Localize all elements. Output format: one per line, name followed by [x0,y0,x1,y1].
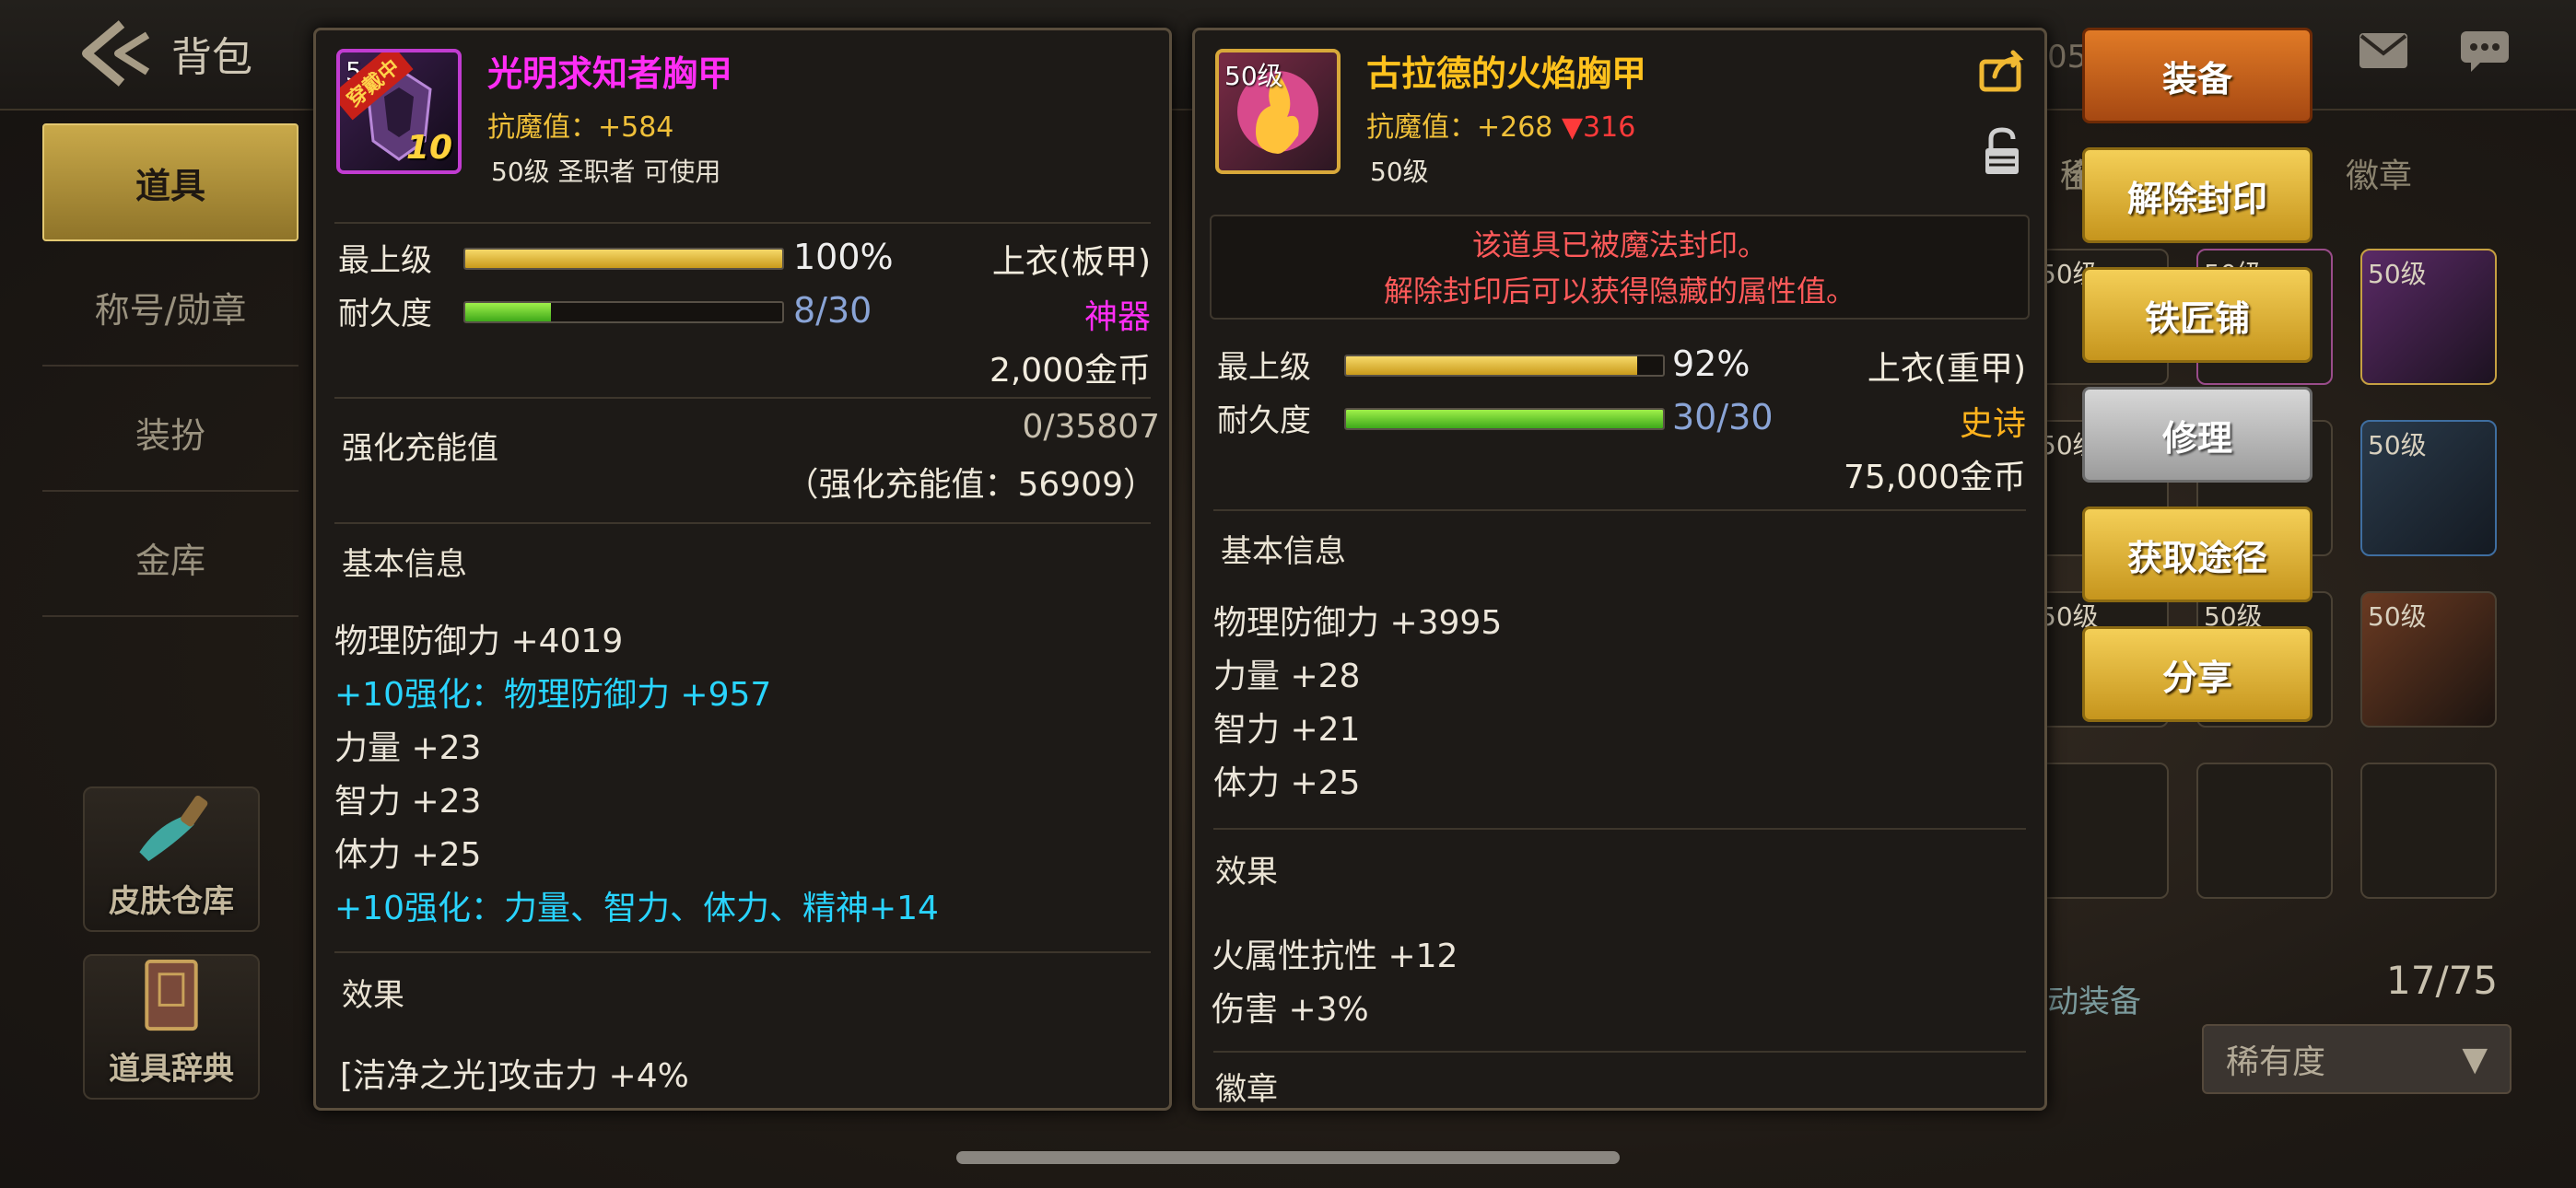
selected-item-tooltip: 50级 古拉德的火焰胸甲 抗魔值：+268 ▼316 50级 该道具已被魔法封印… [1192,28,2047,1111]
rarity-label: 神器 [1083,298,1151,336]
item-requirement: 50级 [1370,157,1429,187]
page-title: 背包 [171,34,252,81]
share-icon[interactable] [1978,49,2026,93]
back-arrow-icon [82,20,150,87]
inventory-count: 17/75 [2386,958,2499,1003]
category-nav: 道具 称号/勋章 装扮 金库 [42,123,299,624]
lock-icon[interactable] [1982,126,2022,178]
resist-diff: ▼316 [1561,111,1636,144]
inventory-slot[interactable]: 50级 [2360,420,2497,556]
equip-button[interactable]: 装备 [2082,28,2313,123]
auto-equip-button[interactable]: 动装备 [2047,976,2141,1021]
chat-icon[interactable] [2458,28,2512,74]
magic-resist: 抗魔值：+268 ▼316 [1366,111,1636,144]
nav-item-vault[interactable]: 金库 [42,499,299,617]
item-name: 古拉德的火焰胸甲 [1366,53,1647,94]
repair-button[interactable]: 修理 [2082,387,2313,483]
sell-price: 75,000金币 [1844,459,2026,496]
book-icon [145,959,198,1031]
blacksmith-button[interactable]: 铁匠铺 [2082,267,2313,363]
sealed-notice: 该道具已被魔法封印。 解除封印后可以获得隐藏的属性值。 [1210,215,2030,320]
max-level-bar [1344,355,1665,377]
enhance-level: 10 [405,129,452,167]
mail-icon[interactable] [2357,28,2410,74]
inventory-slot-empty[interactable] [2032,763,2169,899]
rarity-sort-select[interactable]: 稀有度 ▼ [2202,1024,2512,1094]
back-button[interactable] [74,18,157,88]
nav-item-avatar[interactable]: 装扮 [42,374,299,492]
skin-storage-button[interactable]: 皮肤仓库 [83,786,260,932]
inventory-slot-empty[interactable] [2360,763,2497,899]
charge-total: （强化充能值：56909） [785,466,1156,504]
triangle-down-icon: ▼ [2462,1040,2488,1078]
unseal-button[interactable]: 解除封印 [2082,147,2313,243]
nav-item-items[interactable]: 道具 [42,123,299,241]
rarity-label: 史诗 [1959,405,2026,443]
charge-value: 0/35807 [1022,408,1160,446]
durability-bar [463,301,784,323]
durability-bar [1344,408,1665,430]
item-icon: 50级 [1215,49,1341,174]
item-dictionary-button[interactable]: 道具辞典 [83,954,260,1100]
obtain-route-button[interactable]: 获取途径 [2082,507,2313,602]
share-button[interactable]: 分享 [2082,626,2313,722]
inventory-slot[interactable]: 50级 [2360,591,2497,728]
equipped-item-tooltip: 5 穿戴中 10 光明求知者胸甲 抗魔值：+584 50级 圣职者 可使用 最上… [313,28,1172,1111]
item-icon: 5 穿戴中 10 [336,49,462,174]
item-name: 光明求知者胸甲 [487,53,733,94]
top-count: 05 [2047,39,2088,76]
brush-icon [139,795,208,862]
item-requirement: 50级 圣职者 可使用 [491,157,721,187]
slot-type: 上衣(重甲) [1867,350,2026,388]
max-level-bar [463,248,784,270]
action-menu: 装备 解除封印 铁匠铺 修理 获取途径 分享 [2082,28,2313,746]
sell-price: 2,000金币 [989,352,1151,390]
nav-item-titles[interactable]: 称号/勋章 [42,249,299,367]
tab-emblem[interactable]: 徽章 [2346,149,2412,197]
slot-type: 上衣(板甲) [991,243,1151,281]
inventory-slot[interactable]: 50级 [2360,249,2497,385]
magic-resist: 抗魔值：+584 [487,111,674,144]
inventory-slot-empty[interactable] [2196,763,2333,899]
home-indicator[interactable] [956,1151,1620,1164]
